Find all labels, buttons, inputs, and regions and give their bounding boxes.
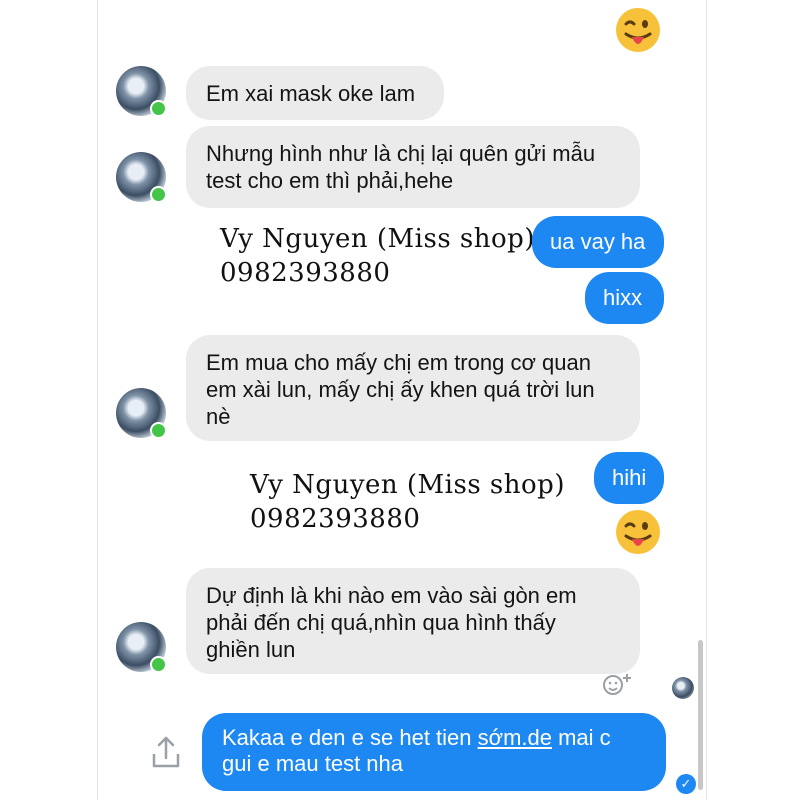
message-text: Em xai mask oke lam — [206, 81, 416, 106]
online-indicator — [150, 186, 167, 203]
online-indicator — [150, 656, 167, 673]
message-text: em xài lun, mấy chị ấy khen quá trời lun — [206, 377, 595, 402]
scrollbar[interactable] — [698, 640, 703, 790]
message-text: Dự định là khi nào em vào sài gòn em — [206, 583, 577, 608]
share-icon[interactable] — [146, 732, 186, 772]
avatar[interactable] — [116, 388, 167, 439]
message-text: hixx — [603, 285, 643, 310]
message-text: hihi — [612, 465, 647, 490]
watermark-name: Vy Nguyen (Miss shop) — [250, 470, 565, 500]
tongue-out-emoji-icon — [616, 510, 660, 554]
outgoing-message[interactable]: ua vay ha — [532, 216, 664, 268]
online-indicator — [150, 100, 167, 117]
incoming-message[interactable]: Dự định là khi nào em vào sài gòn em phả… — [186, 568, 640, 674]
outgoing-message[interactable]: hixx — [585, 272, 664, 324]
message-text: ua vay ha — [550, 229, 646, 254]
message-text: ghiền lun — [206, 637, 296, 662]
watermark: Vy Nguyen (Miss shop) 0982393880 — [250, 468, 565, 536]
incoming-message[interactable]: Em xai mask oke lam — [186, 66, 444, 120]
outgoing-message[interactable]: Kakaa e den e se het tien sớm.de mai c g… — [202, 713, 666, 791]
message-text: test cho em thì phải,hehe — [206, 168, 454, 193]
message-text: nè — [206, 404, 231, 429]
delivered-check-icon: ✓ — [676, 774, 696, 794]
incoming-message[interactable]: Nhưng hình như là chị lại quên gửi mẫu t… — [186, 126, 640, 208]
message-text: Kakaa e den e se het tien sớm.de mai c — [222, 725, 646, 751]
watermark-phone: 0982393880 — [220, 258, 391, 288]
avatar[interactable] — [116, 152, 167, 203]
add-reaction-icon[interactable] — [600, 670, 634, 698]
message-text-part: Kakaa e den e se het tien — [222, 725, 478, 750]
watermark-name: Vy Nguyen (Miss shop) — [220, 224, 535, 254]
seen-avatar — [672, 677, 694, 699]
message-link[interactable]: sớm.de — [478, 725, 552, 750]
outgoing-message[interactable]: hihi — [594, 452, 664, 504]
message-text: Em mua cho mấy chị em trong cơ quan — [206, 350, 591, 375]
online-indicator — [150, 422, 167, 439]
message-text-part: mai c — [551, 725, 611, 750]
watermark: Vy Nguyen (Miss shop) 0982393880 — [220, 222, 535, 290]
message-text: phải đến chị quá,nhìn qua hình thấy — [206, 610, 556, 635]
incoming-message[interactable]: Em mua cho mấy chị em trong cơ quan em x… — [186, 335, 640, 441]
message-text: Nhưng hình như là chị lại quên gửi mẫu — [206, 141, 596, 166]
avatar[interactable] — [116, 66, 167, 117]
message-text: gui e mau test nha — [222, 751, 404, 776]
watermark-phone: 0982393880 — [250, 504, 421, 534]
avatar[interactable] — [116, 622, 167, 673]
tongue-out-emoji-icon — [616, 8, 660, 52]
